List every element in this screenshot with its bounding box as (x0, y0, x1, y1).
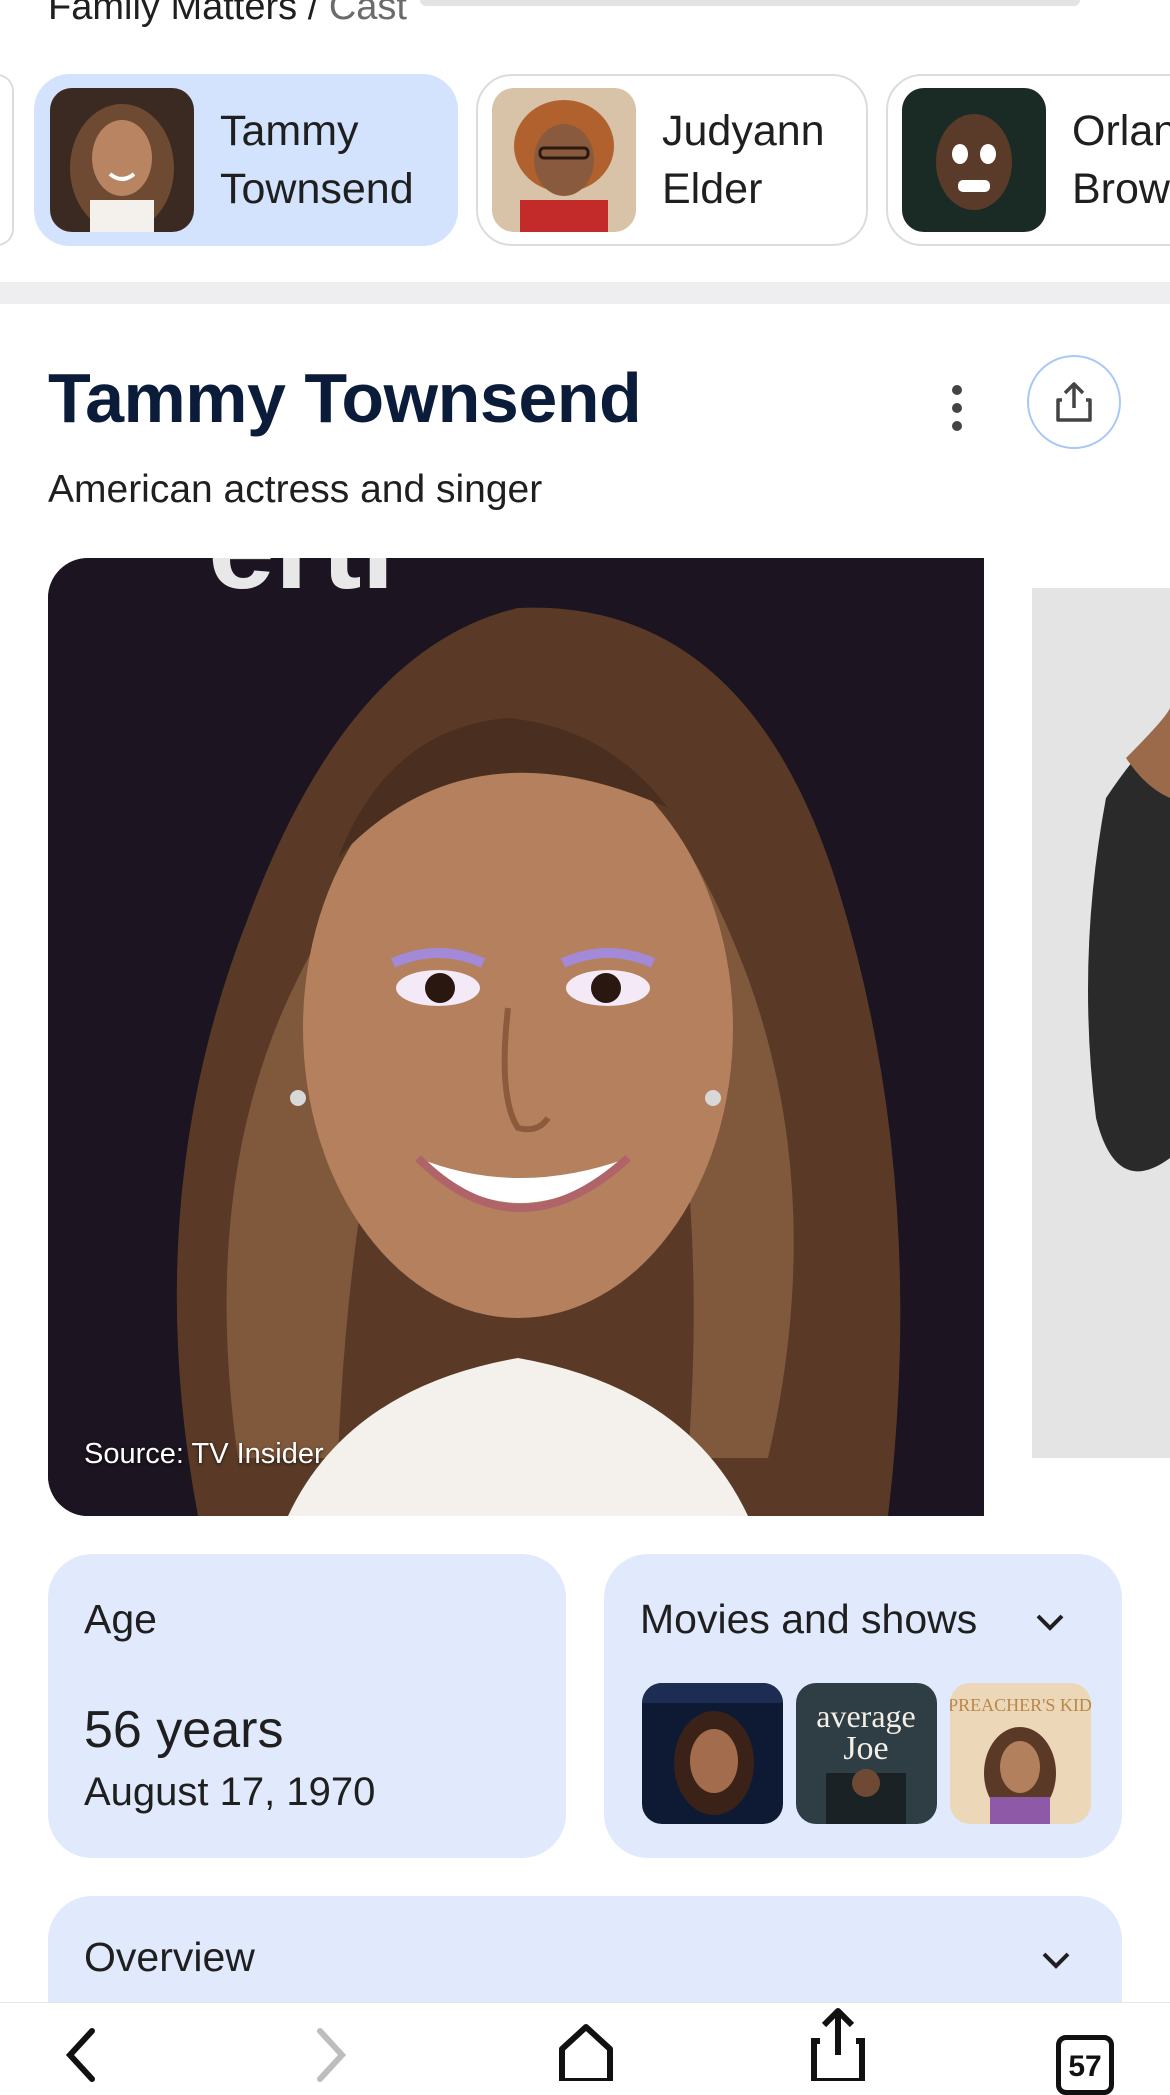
movie-poster-2[interactable]: average Joe (796, 1683, 937, 1824)
section-divider (0, 282, 1170, 304)
avatar (50, 88, 194, 232)
chevron-down-icon[interactable] (1030, 1602, 1070, 1642)
movie-poster-3[interactable]: PREACHER'S KID (950, 1683, 1091, 1824)
entity-description: American actress and singer (48, 468, 543, 511)
cast-chip-orlando-brown[interactable]: Orlando Brown (886, 74, 1170, 246)
chevron-down-icon[interactable] (1036, 1940, 1076, 1980)
image-source: Source: TV Insider (84, 1438, 324, 1470)
browser-toolbar: 57 (0, 2002, 1170, 2095)
cast-chip-name: Judyann Elder (662, 107, 825, 213)
breadcrumb-show[interactable]: Family Matters (48, 0, 297, 28)
share-button[interactable] (1027, 355, 1121, 449)
svg-text:PREACHER'S KID: PREACHER'S KID (950, 1695, 1091, 1715)
share-icon[interactable] (808, 2005, 868, 2086)
overview-label: Overview (84, 1934, 255, 1980)
entity-secondary-image[interactable] (996, 558, 1170, 1516)
age-label: Age (84, 1596, 157, 1642)
cast-carousel: Tammy Townsend Judyann Elder Orlan Brow (0, 74, 1170, 250)
search-bar-edge (420, 0, 1080, 6)
cast-chip-name: Tammy Townsend (220, 107, 414, 213)
breadcrumb[interactable]: Family Matters / Cast (48, 0, 407, 29)
movie-poster-1[interactable] (642, 1683, 783, 1824)
entity-title: Tammy Townsend (48, 359, 642, 437)
svg-text:average: average (816, 1698, 915, 1734)
svg-text:ertr: ertr (208, 558, 408, 614)
svg-text:Joe: Joe (843, 1730, 888, 1767)
cast-chip-judyann-elder[interactable]: Judyann Elder (476, 74, 868, 246)
birth-date: August 17, 1970 (84, 1770, 376, 1814)
cast-chip-name: Orlando Brown (1072, 107, 1170, 213)
breadcrumb-section: Cast (328, 0, 407, 28)
avatar (902, 88, 1046, 232)
forward-icon[interactable] (312, 2025, 352, 2090)
more-options-icon[interactable] (940, 378, 974, 438)
age-value: 56 years (84, 1701, 284, 1759)
breadcrumb-separator: / (297, 0, 329, 28)
cast-chip-tammy-townsend[interactable]: Tammy Townsend (34, 74, 458, 246)
home-icon[interactable] (556, 2019, 616, 2086)
back-icon[interactable] (60, 2025, 100, 2090)
share-icon (1056, 382, 1092, 422)
tabs-button[interactable]: 57 (1056, 2035, 1114, 2095)
entity-main-image[interactable]: ertr (48, 558, 984, 1516)
avatar (492, 88, 636, 232)
movies-label: Movies and shows (640, 1596, 978, 1642)
